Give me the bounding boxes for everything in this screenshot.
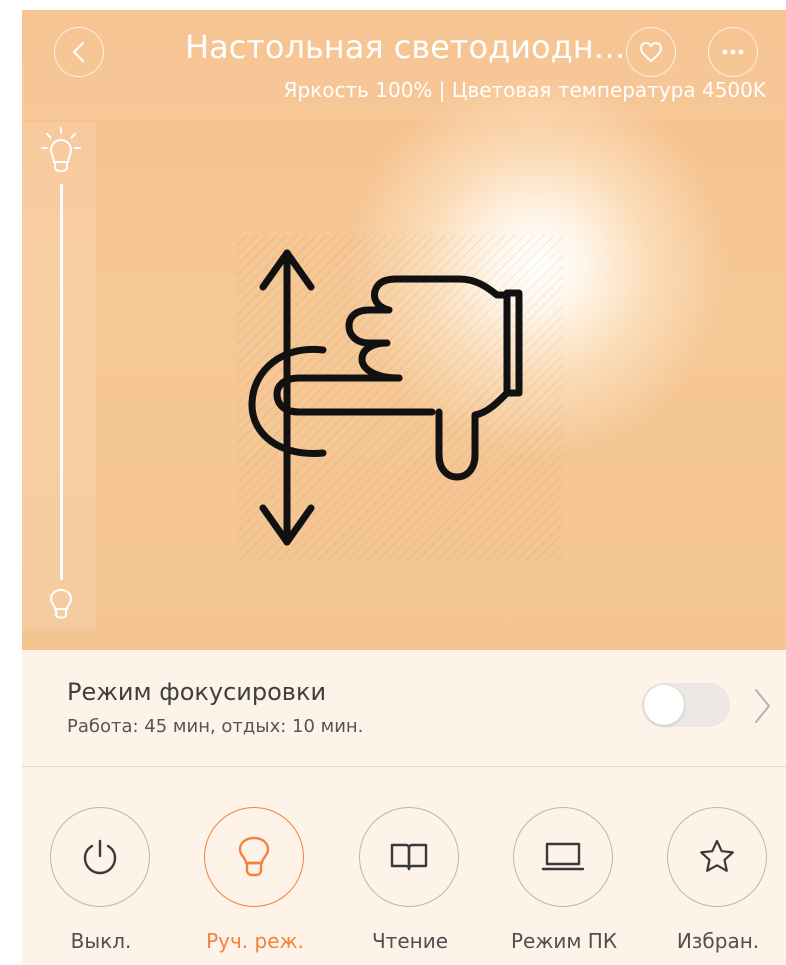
mode-pc-label: Режим ПК — [510, 929, 618, 953]
ellipsis-icon — [722, 49, 744, 55]
power-icon — [83, 839, 117, 875]
section-divider — [22, 766, 786, 767]
mode-manual-label: Руч. реж. — [206, 929, 304, 953]
status-subtitle: Яркость 100% | Цветовая температура 4500… — [283, 78, 766, 102]
focus-mode-toggle[interactable] — [642, 683, 730, 727]
focus-mode-schedule: Работа: 45 мин, отдых: 10 мин. — [67, 716, 364, 737]
app-screen: Настольная светодиодна... Яркость 100% |… — [22, 10, 786, 965]
mode-reading-button[interactable]: Чтение — [355, 807, 465, 957]
lamp-control-area[interactable]: Настольная светодиодна... Яркость 100% |… — [22, 10, 786, 650]
chevron-right-icon[interactable] — [752, 687, 772, 725]
mode-off-label: Выкл. — [70, 929, 132, 953]
more-options-button[interactable] — [708, 27, 758, 77]
mode-reading-label: Чтение — [371, 929, 449, 953]
book-icon — [390, 843, 428, 871]
bulb-icon — [238, 836, 270, 877]
mode-pc-circle[interactable] — [513, 807, 613, 907]
chevron-left-icon — [72, 41, 85, 63]
brightness-slider[interactable] — [22, 122, 96, 628]
star-icon — [700, 839, 734, 872]
bright-bulb-icon — [41, 127, 81, 172]
mode-reading-circle[interactable] — [359, 807, 459, 907]
mode-manual-button[interactable]: Руч. реж. — [200, 807, 310, 957]
back-button[interactable] — [54, 27, 104, 77]
focus-mode-row[interactable]: Режим фокусировки Работа: 45 мин, отдых:… — [22, 650, 786, 766]
mode-favorite-circle[interactable] — [667, 807, 767, 907]
mode-manual-circle[interactable] — [204, 807, 304, 907]
focus-mode-title: Режим фокусировки — [67, 678, 327, 706]
laptop-icon — [541, 842, 585, 871]
gesture-hint — [237, 235, 563, 560]
mode-off-button[interactable]: Выкл. — [46, 807, 156, 957]
favorite-button[interactable] — [626, 27, 676, 77]
mode-pc-button[interactable]: Режим ПК — [509, 807, 619, 957]
mode-off-circle[interactable] — [50, 807, 150, 907]
mode-favorite-button[interactable]: Избран. — [663, 807, 773, 957]
toggle-knob — [644, 685, 684, 725]
hand-swipe-vertical-icon — [248, 249, 523, 546]
brightness-slider-track[interactable] — [60, 184, 63, 580]
dim-bulb-icon — [49, 588, 73, 619]
heart-icon — [640, 42, 662, 62]
page-title: Настольная светодиодна... — [185, 28, 630, 66]
mode-favorite-label: Избран. — [676, 929, 760, 953]
